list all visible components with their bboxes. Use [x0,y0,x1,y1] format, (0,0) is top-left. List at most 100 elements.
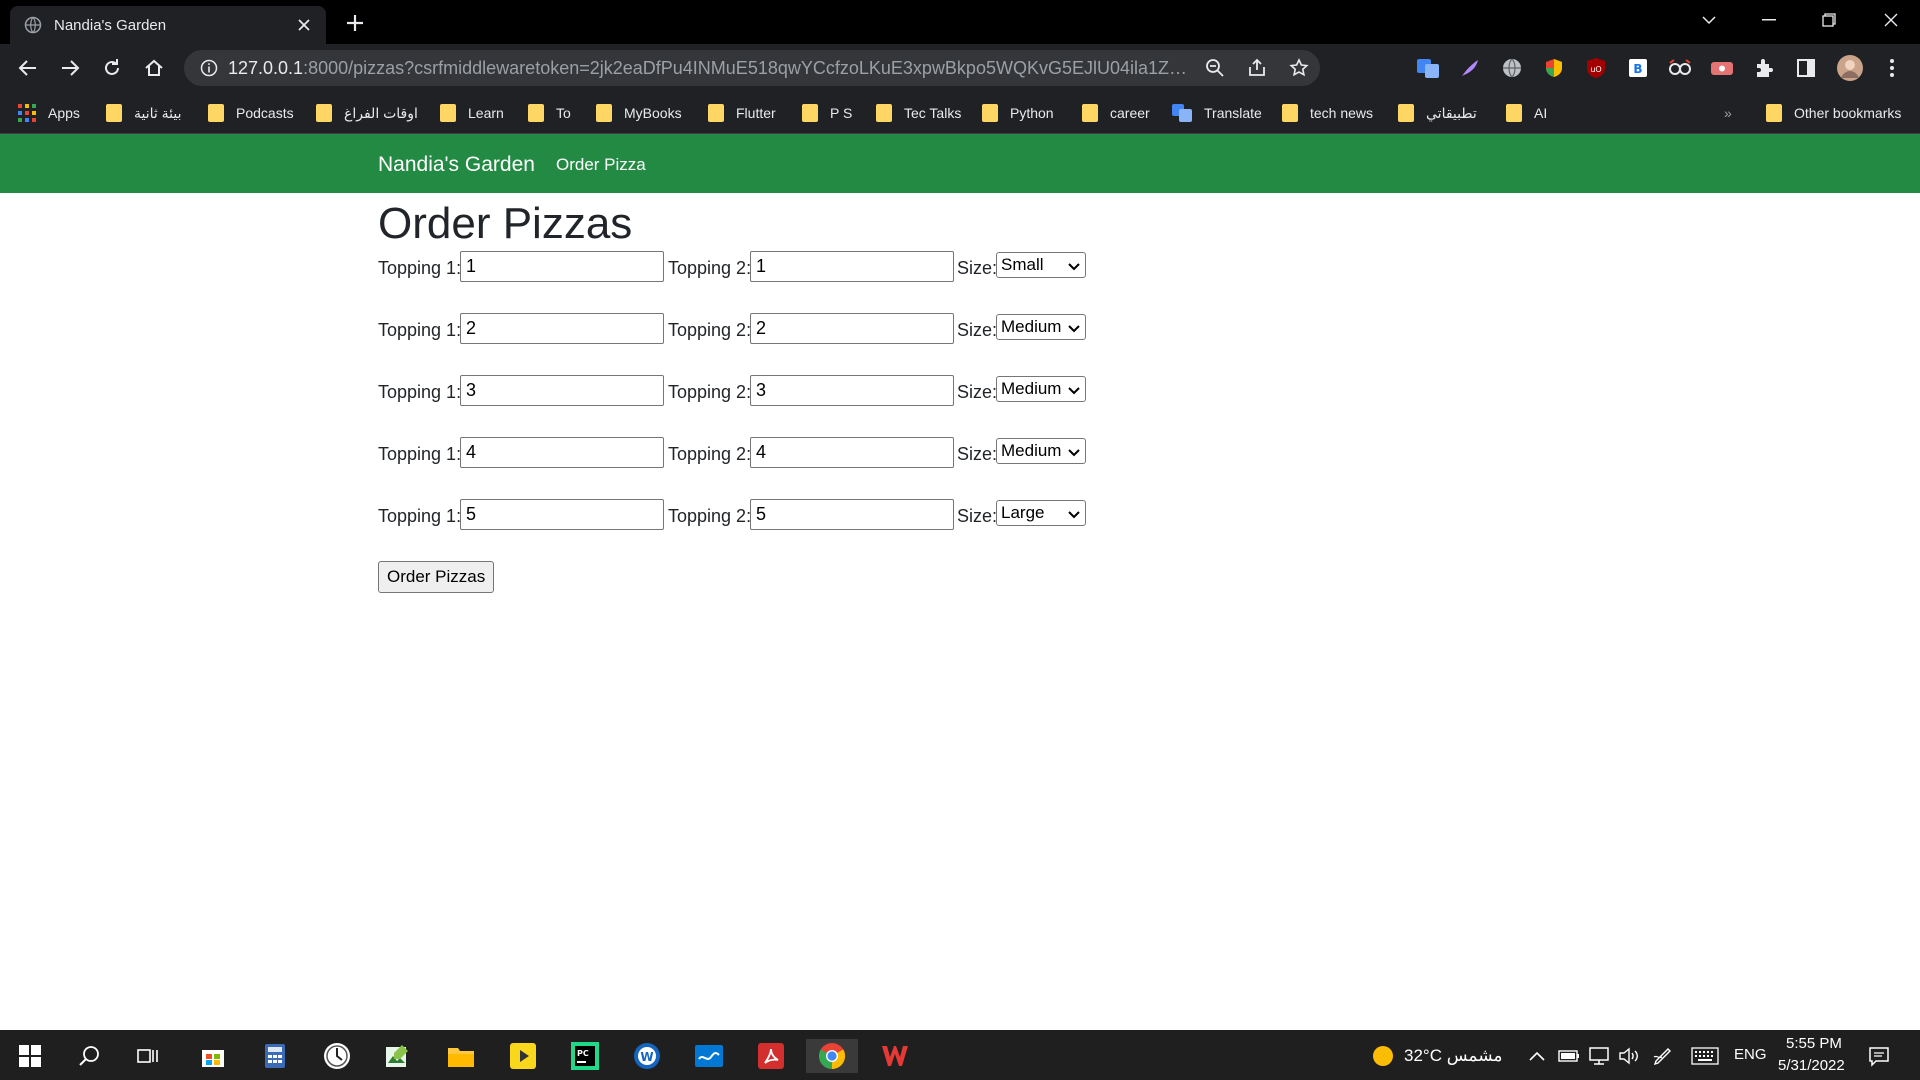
puzzle-extensions-icon[interactable] [1750,54,1778,82]
reload-icon[interactable] [96,52,128,84]
bookmark-folder[interactable]: career [1082,101,1150,125]
acrobat-icon[interactable] [754,1039,788,1073]
pizza-row: Topping 1: Topping 2: Size: Medium [378,375,1578,437]
network-icon[interactable] [1584,1039,1614,1073]
volume-icon[interactable] [1614,1039,1644,1073]
battery-icon[interactable] [1554,1039,1584,1073]
site-info-icon[interactable] [190,59,228,77]
b-extension-icon[interactable]: B [1624,54,1652,82]
restore-icon[interactable] [1800,0,1858,40]
home-icon[interactable] [138,52,170,84]
word-app-icon[interactable]: W [630,1039,664,1073]
topping2-input[interactable] [750,499,954,530]
pycharm-icon[interactable]: PC [568,1039,602,1073]
chevron-up-icon[interactable] [1522,1039,1552,1073]
bookmark-apps[interactable]: Apps [18,101,80,125]
player-app-icon[interactable] [506,1039,540,1073]
nav-order-pizza[interactable]: Order Pizza [556,155,646,175]
zoom-icon[interactable] [1194,58,1236,78]
language-indicator[interactable]: ENG [1734,1046,1767,1063]
feather-extension-icon[interactable] [1456,54,1484,82]
size-label: Size: [957,320,998,340]
bookmark-folder[interactable]: اوقات الفراغ [316,101,418,125]
topping1-input[interactable] [460,375,664,406]
forward-icon[interactable] [54,52,86,84]
close-window-icon[interactable] [1862,0,1920,40]
bookmark-label: تطبيقاتي [1426,104,1477,121]
weather-sun-icon[interactable] [1366,1039,1400,1073]
bookmark-folder[interactable]: Python [982,101,1054,125]
size-select[interactable]: Large [996,500,1086,526]
topping2-input[interactable] [750,251,954,282]
topping1-input[interactable] [460,251,664,282]
close-tab-icon[interactable] [290,11,318,39]
chrome-menu-icon[interactable] [1878,54,1906,82]
topping1-input[interactable] [460,499,664,530]
chrome-taskbar-icon[interactable] [806,1039,858,1073]
topping2-input[interactable] [750,313,954,344]
topping2-input[interactable] [750,437,954,468]
topping1-input[interactable] [460,437,664,468]
folder-icon [1398,104,1414,122]
pen-icon[interactable] [1648,1039,1678,1073]
order-pizzas-button[interactable]: Order Pizzas [378,561,495,593]
bookmark-folder[interactable]: Podcasts [208,101,294,125]
bookmark-folder[interactable]: بيئة ثانية [106,101,182,125]
bookmark-folder[interactable]: P S [802,101,852,125]
minimize-icon[interactable] [1740,0,1798,40]
address-bar[interactable]: 127.0.0.1:8000/pizzas?csrfmiddlewaretoke… [184,50,1320,86]
bookmark-translate[interactable]: Translate [1172,101,1262,125]
notifications-icon[interactable] [1862,1039,1896,1073]
clock-app-icon[interactable] [320,1039,354,1073]
topping1-input[interactable] [460,313,664,344]
whiteboard-icon[interactable] [692,1039,726,1073]
search-icon[interactable] [72,1039,106,1073]
translate-extension-icon[interactable] [1414,54,1442,82]
topping2-input[interactable] [750,375,954,406]
topping2-label: Topping 2: [668,444,752,464]
glasses-extension-icon[interactable] [1666,54,1694,82]
store-icon[interactable] [196,1039,230,1073]
bookmark-folder[interactable]: MyBooks [596,101,682,125]
bookmarks-overflow-icon[interactable]: » [1724,101,1732,125]
bookmark-folder[interactable]: Flutter [708,101,776,125]
shield-extension-icon[interactable] [1540,54,1568,82]
new-tab-button[interactable] [340,8,370,38]
red-extension-icon[interactable] [1708,54,1736,82]
windows-start-icon[interactable] [13,1039,47,1073]
calculator-icon[interactable] [258,1039,292,1073]
tab-search-icon[interactable] [1680,0,1738,40]
globe-extension-icon[interactable] [1498,54,1526,82]
bookmark-folder[interactable]: تطبيقاتي [1398,101,1477,125]
folder-icon [876,104,892,122]
size-select[interactable]: Small [996,252,1086,278]
main-content: Order Pizzas Topping 1: Topping 2: Size:… [378,193,1578,593]
clock-date[interactable]: 5/31/2022 [1778,1057,1845,1074]
file-explorer-icon[interactable] [444,1039,478,1073]
keyboard-icon[interactable] [1688,1039,1722,1073]
other-bookmarks[interactable]: Other bookmarks [1766,101,1901,125]
ublock-extension-icon[interactable]: uO [1582,54,1610,82]
share-icon[interactable] [1236,58,1278,78]
bookmark-folder[interactable]: To [528,101,571,125]
task-view-icon[interactable] [132,1039,166,1073]
size-select[interactable]: Medium [996,438,1086,464]
folder-icon [1506,104,1522,122]
bookmark-folder[interactable]: Tec Talks [876,101,961,125]
image-editor-icon[interactable] [380,1039,414,1073]
bookmark-star-icon[interactable] [1278,58,1320,78]
clock-time[interactable]: 5:55 PM [1786,1035,1842,1052]
bookmark-folder[interactable]: Learn [440,101,504,125]
wps-office-icon[interactable] [878,1039,912,1073]
back-icon[interactable] [12,52,44,84]
site-brand[interactable]: Nandia's Garden [378,153,535,177]
size-select[interactable]: Medium [996,376,1086,402]
bookmark-folder[interactable]: AI [1506,101,1547,125]
browser-tab[interactable]: Nandia's Garden [10,6,326,44]
weather-text[interactable]: 32°C مشمس [1404,1046,1503,1066]
size-select[interactable]: Medium [996,314,1086,340]
bookmark-folder[interactable]: tech news [1282,101,1373,125]
url-text[interactable]: 127.0.0.1:8000/pizzas?csrfmiddlewaretoke… [228,58,1194,79]
avatar[interactable] [1836,54,1864,82]
side-panel-icon[interactable] [1792,54,1820,82]
